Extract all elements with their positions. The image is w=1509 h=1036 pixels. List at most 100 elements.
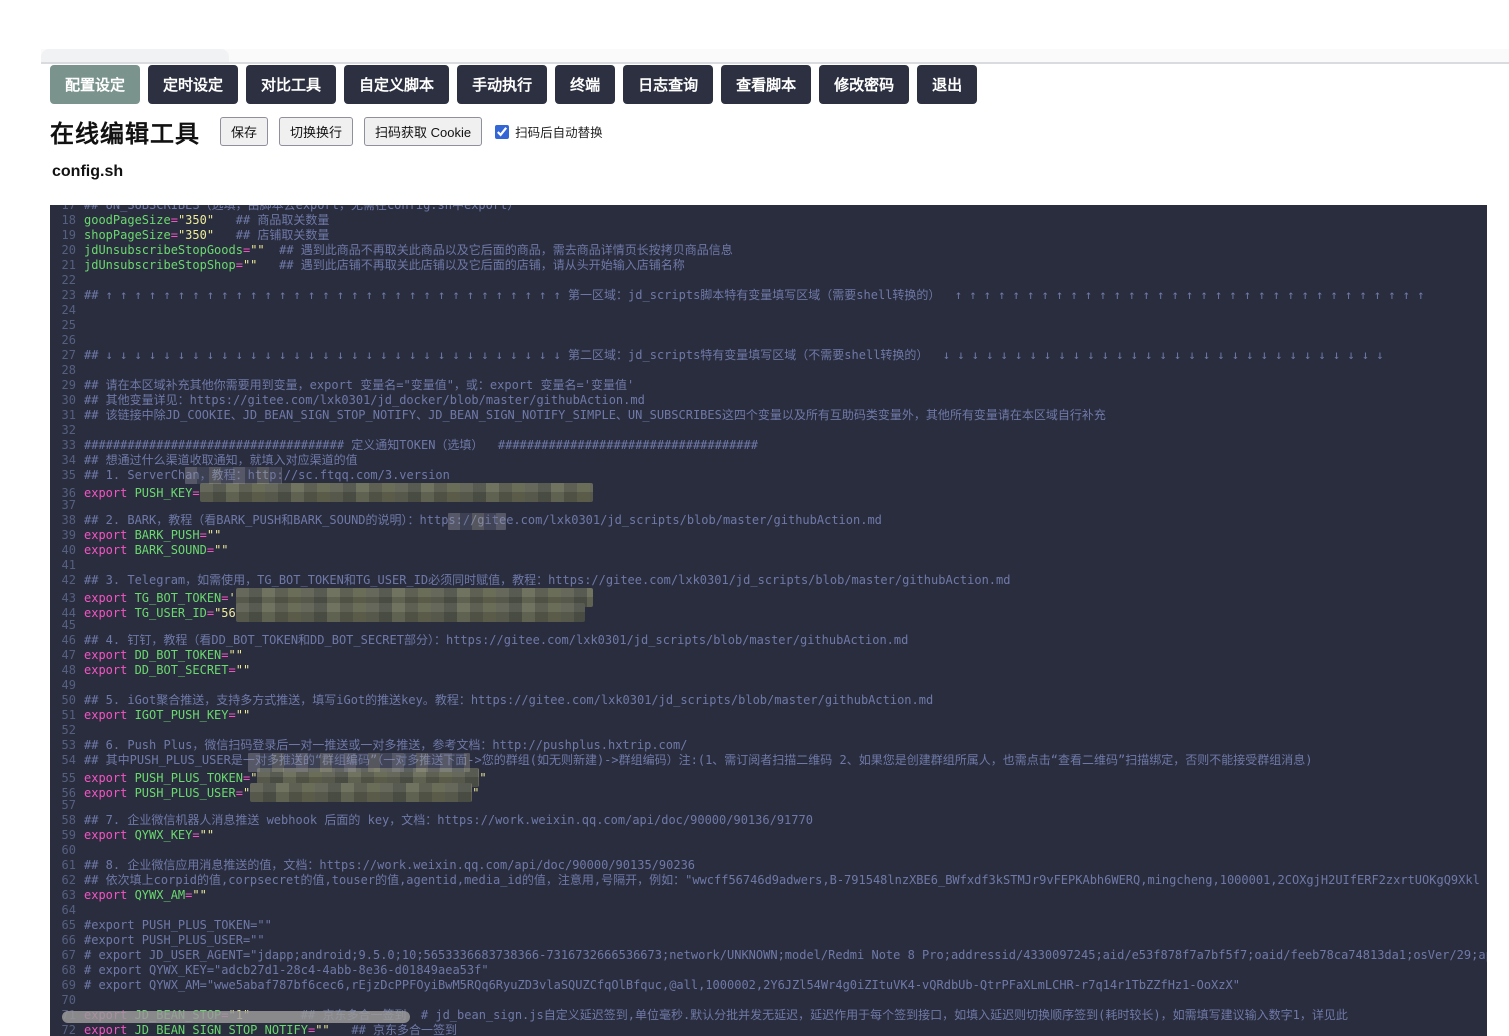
code-line-47: 47 export DD_BOT_TOKEN="" <box>50 648 1487 663</box>
code-line-20: 20 jdUnsubscribeStopGoods="" ## 遇到此商品不再取关… <box>50 243 1487 258</box>
page-title: 在线编辑工具 <box>50 121 200 148</box>
code-line-38: 38## 2. BARK，教程（看BARK_PUSH和BARK_SOUND的说明… <box>50 513 1487 528</box>
line-number: 25 <box>61 318 76 332</box>
line-number: 24 <box>61 303 76 317</box>
nav-button-logs[interactable]: 日志查询 <box>623 65 714 104</box>
code-line-67: 67 # export JD_USER_AGENT="jdapp;android;… <box>50 948 1487 963</box>
line-number: 57 <box>61 798 76 812</box>
code-line-56: 56 export PUSH_PLUS_USER=" " <box>50 783 1487 802</box>
code-line-51: 51 export IGOT_PUSH_KEY="" <box>50 708 1487 723</box>
line-number: 48 <box>61 663 76 677</box>
line-number: 37 <box>61 498 76 512</box>
line-number: 22 <box>61 273 76 287</box>
nav-button-view-script[interactable]: 查看脚本 <box>721 65 812 104</box>
line-number: 21 <box>61 258 76 272</box>
line-number: 47 <box>61 648 76 662</box>
line-number: 31 <box>61 408 76 422</box>
code-line-27: 27 ## ↓ ↓ ↓ ↓ ↓ ↓ ↓ ↓ ↓ ↓ ↓ ↓ ↓ ↓ ↓ ↓ ↓ ↓… <box>50 348 1487 363</box>
line-number: 69 <box>61 978 76 992</box>
line-number: 40 <box>61 543 76 557</box>
code-line-42: 42 ## 3. Telegram，如需使用，TG_BOT_TOKEN和TG_US… <box>50 573 1487 588</box>
code-line-46: 46 ## 4. 钉钉，教程（看DD_BOT_TOKEN和DD_BOT_SECRE… <box>50 633 1487 648</box>
redacted-value <box>235 603 585 622</box>
auto-replace-label[interactable]: 扫码后自动替换 <box>515 122 603 141</box>
nav-button-terminal[interactable]: 终端 <box>555 65 616 104</box>
code-line-64: 64 <box>50 903 1487 918</box>
main-nav: 配置设定 定时设定 对比工具 自定义脚本 手动执行 终端 日志查询 查看脚本 修改密码 退出 <box>50 65 985 104</box>
line-number: 41 <box>61 558 76 572</box>
line-number: 70 <box>61 993 76 1007</box>
scan-cookie-button[interactable]: 扫码获取 Cookie <box>364 117 483 146</box>
code-line-72: 72 export JD_BEAN_SIGN_STOP_NOTIFY="" ## … <box>50 1023 1487 1036</box>
nav-button-custom-script[interactable]: 自定义脚本 <box>344 65 450 104</box>
code-line-34: 34 ## 想通过什么渠道收取通知，就填入对应渠道的值 <box>50 453 1487 468</box>
line-number: 35 <box>61 468 76 482</box>
line-number: 38 <box>61 513 76 527</box>
code-line-65: 65 #export PUSH_PLUS_TOKEN="" <box>50 918 1487 933</box>
line-number: 59 <box>61 828 76 842</box>
browser-tab <box>41 49 229 62</box>
code-line-26: 26 <box>50 333 1487 348</box>
line-number: 19 <box>61 228 76 242</box>
line-number: 42 <box>61 573 76 587</box>
redaction-overlay <box>185 467 282 484</box>
horizontal-scrollbar-thumb[interactable] <box>62 1011 410 1023</box>
line-number: 50 <box>61 693 76 707</box>
nav-button-config[interactable]: 配置设定 <box>50 65 141 104</box>
nav-button-timer[interactable]: 定时设定 <box>148 65 239 104</box>
nav-button-logout[interactable]: 退出 <box>917 65 978 104</box>
code-line-61: 61 ## 8. 企业微信应用消息推送的值，文档：https://work.wei… <box>50 858 1487 873</box>
code-line-30: 30 ## 其他变量详见：https://gitee.com/lxk0301/jd… <box>50 393 1487 408</box>
nav-button-diff[interactable]: 对比工具 <box>246 65 337 104</box>
nav-button-change-password[interactable]: 修改密码 <box>819 65 910 104</box>
line-number: 63 <box>61 888 76 902</box>
line-number: 49 <box>61 678 76 692</box>
code-line-49: 49 <box>50 678 1487 693</box>
toggle-wrap-button[interactable]: 切换换行 <box>279 117 354 146</box>
code-line-41: 41 <box>50 558 1487 573</box>
line-number: 58 <box>61 813 76 827</box>
line-number: 26 <box>61 333 76 347</box>
filename-label: config.sh <box>52 163 124 180</box>
line-number: 51 <box>61 708 76 722</box>
code-line-53: 53 ## 6. Push Plus，微信扫码登录后一对一推送或一对多推送，参考文… <box>50 738 1487 753</box>
auto-replace-checkbox-wrap: 扫码后自动替换 <box>495 122 603 141</box>
line-number: 60 <box>61 843 76 857</box>
code-line-24: 24 <box>50 303 1487 318</box>
line-number: 65 <box>61 918 76 932</box>
line-number: 20 <box>61 243 76 257</box>
line-number: 52 <box>61 723 76 737</box>
code-line-33: 33 #################################### 定… <box>50 438 1487 453</box>
code-line-28: 28 <box>50 363 1487 378</box>
redacted-value <box>250 783 473 802</box>
code-line-32: 32 <box>50 423 1487 438</box>
code-line-21: 21 jdUnsubscribeStopShop="" ## 遇到此店铺不再取关此… <box>50 258 1487 273</box>
line-number: 33 <box>61 438 76 452</box>
code-editor[interactable]: 17 ## UN_SUBSCRIBES（选填，由脚本去export，无需在conf… <box>50 205 1487 1036</box>
line-number: 54 <box>61 753 76 767</box>
save-button[interactable]: 保存 <box>220 117 269 146</box>
code-line-39: 39 export BARK_PUSH="" <box>50 528 1487 543</box>
code-line-29: 29 ## 请在本区域补充其他你需要用到变量，export 变量名="变量值"，或… <box>50 378 1487 393</box>
nav-button-manual-run[interactable]: 手动执行 <box>457 65 548 104</box>
line-number: 34 <box>61 453 76 467</box>
line-number: 67 <box>61 948 76 962</box>
line-number: 72 <box>61 1023 76 1036</box>
code-line-19: 19 shopPageSize="350" ## 店铺取关数量 <box>50 228 1487 243</box>
line-number: 66 <box>61 933 76 947</box>
code-line-58: 58 ## 7. 企业微信机器人消息推送 webhook 后面的 key，文档：h… <box>50 813 1487 828</box>
line-number: 30 <box>61 393 76 407</box>
code-line-44: 44 export TG_USER_ID="56 <box>50 603 1487 622</box>
line-number: 61 <box>61 858 76 872</box>
auto-replace-checkbox[interactable] <box>495 124 510 139</box>
code-line-60: 60 <box>50 843 1487 858</box>
code-line-69: 69 # export QYWX_AM="wwe5abaf787bf6cec6,r… <box>50 978 1487 993</box>
line-number: 62 <box>61 873 76 887</box>
redacted-value <box>199 483 593 502</box>
code-line-66: 66 #export PUSH_PLUS_USER="" <box>50 933 1487 948</box>
line-number: 68 <box>61 963 76 977</box>
line-number: 32 <box>61 423 76 437</box>
line-number: 27 <box>61 348 76 362</box>
code-line-36: 36 export PUSH_KEY= <box>50 483 1487 502</box>
line-number: 18 <box>61 213 76 227</box>
